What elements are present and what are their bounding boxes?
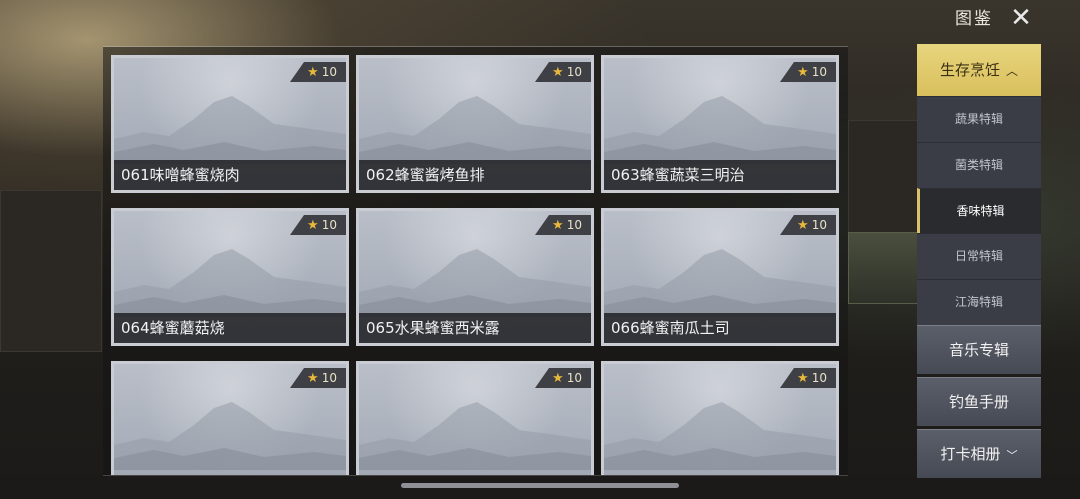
star-count: 10 — [811, 218, 827, 232]
recipe-card-name: 062蜂蜜酱烤鱼排 — [359, 160, 591, 190]
chevron-down-icon: ﹀ — [1006, 449, 1018, 462]
collection-panel: ★ 10 061味噌蜂蜜烧肉 ★ 10 062蜂蜜酱烤鱼排 ★ 10 063蜂蜜蔬菜三… — [103, 47, 848, 475]
landscape-art — [359, 402, 591, 470]
star-icon: ★ — [552, 218, 564, 233]
star-icon: ★ — [307, 218, 319, 233]
recipe-card[interactable]: ★ 10 064蜂蜜蘑菇烧 — [111, 208, 349, 346]
star-icon: ★ — [797, 371, 809, 386]
subitem-fruit-veg[interactable]: 蔬果特辑 — [917, 96, 1041, 142]
recipe-card-name: 061味噌蜂蜜烧肉 — [114, 160, 346, 190]
background-shelf-left — [0, 190, 102, 352]
star-icon: ★ — [307, 65, 319, 80]
star-icon: ★ — [552, 65, 564, 80]
star-icon: ★ — [797, 218, 809, 233]
recipe-card[interactable]: ★ 10 — [356, 361, 594, 475]
page-title: 图鉴 — [955, 9, 993, 29]
star-count: 10 — [566, 218, 582, 232]
horizontal-scrollbar[interactable] — [401, 483, 679, 488]
close-icon[interactable]: ✕ — [1007, 4, 1035, 32]
recipe-card-name: 063蜂蜜蔬菜三明治 — [604, 160, 836, 190]
landscape-art — [114, 249, 346, 317]
category-fishing-handbook[interactable]: 钓鱼手册 — [917, 377, 1041, 426]
recipe-card[interactable]: ★ 10 — [111, 361, 349, 475]
category-music-album[interactable]: 音乐专辑 — [917, 325, 1041, 374]
recipe-card[interactable]: ★ 10 066蜂蜜南瓜土司 — [601, 208, 839, 346]
landscape-art — [604, 96, 836, 164]
star-count: 10 — [811, 65, 827, 79]
star-count: 10 — [811, 371, 827, 385]
recipe-card-name: 066蜂蜜南瓜土司 — [604, 313, 836, 343]
category-label: 音乐专辑 — [948, 341, 1009, 359]
landscape-art — [114, 402, 346, 470]
landscape-art — [114, 96, 346, 164]
recipe-card-name: 064蜂蜜蘑菇烧 — [114, 313, 346, 343]
star-count: 10 — [566, 371, 582, 385]
category-label: 钓鱼手册 — [948, 393, 1009, 411]
star-count: 10 — [321, 371, 337, 385]
panel-bottom-edge — [103, 475, 848, 476]
star-icon: ★ — [797, 65, 809, 80]
landscape-art — [604, 402, 836, 470]
subitem-daily[interactable]: 日常特辑 — [917, 233, 1041, 279]
card-grid: ★ 10 061味噌蜂蜜烧肉 ★ 10 062蜂蜜酱烤鱼排 ★ 10 063蜂蜜蔬菜三… — [111, 55, 839, 475]
landscape-art — [359, 249, 591, 317]
recipe-card[interactable]: ★ 10 — [601, 361, 839, 475]
landscape-art — [359, 96, 591, 164]
star-count: 10 — [566, 65, 582, 79]
category-survival-cooking[interactable]: 生存烹饪 ︿ — [917, 44, 1041, 96]
chevron-up-icon: ︿ — [1006, 64, 1019, 78]
category-label: 生存烹饪 — [939, 61, 1000, 79]
star-count: 10 — [321, 65, 337, 79]
recipe-card[interactable]: ★ 10 063蜂蜜蔬菜三明治 — [601, 55, 839, 193]
background-shelf-right — [848, 120, 920, 242]
subitem-mushroom[interactable]: 菌类特辑 — [917, 142, 1041, 188]
star-icon: ★ — [307, 371, 319, 386]
category-label: 打卡相册 — [940, 445, 1001, 463]
category-sidebar: 生存烹饪 ︿ 蔬果特辑 菌类特辑 香味特辑 日常特辑 江海特辑 — [917, 44, 1041, 325]
recipe-card[interactable]: ★ 10 065水果蜂蜜西米露 — [356, 208, 594, 346]
recipe-card[interactable]: ★ 10 062蜂蜜酱烤鱼排 — [356, 55, 594, 193]
star-icon: ★ — [552, 371, 564, 386]
background-crate — [848, 232, 919, 304]
subitem-river-sea[interactable]: 江海特辑 — [917, 279, 1041, 325]
subitem-aroma[interactable]: 香味特辑 — [917, 188, 1041, 233]
recipe-card-name: 065水果蜂蜜西米露 — [359, 313, 591, 343]
star-count: 10 — [321, 218, 337, 232]
landscape-art — [604, 249, 836, 317]
category-checkin-album[interactable]: 打卡相册 ﹀ — [917, 429, 1041, 478]
recipe-card[interactable]: ★ 10 061味噌蜂蜜烧肉 — [111, 55, 349, 193]
